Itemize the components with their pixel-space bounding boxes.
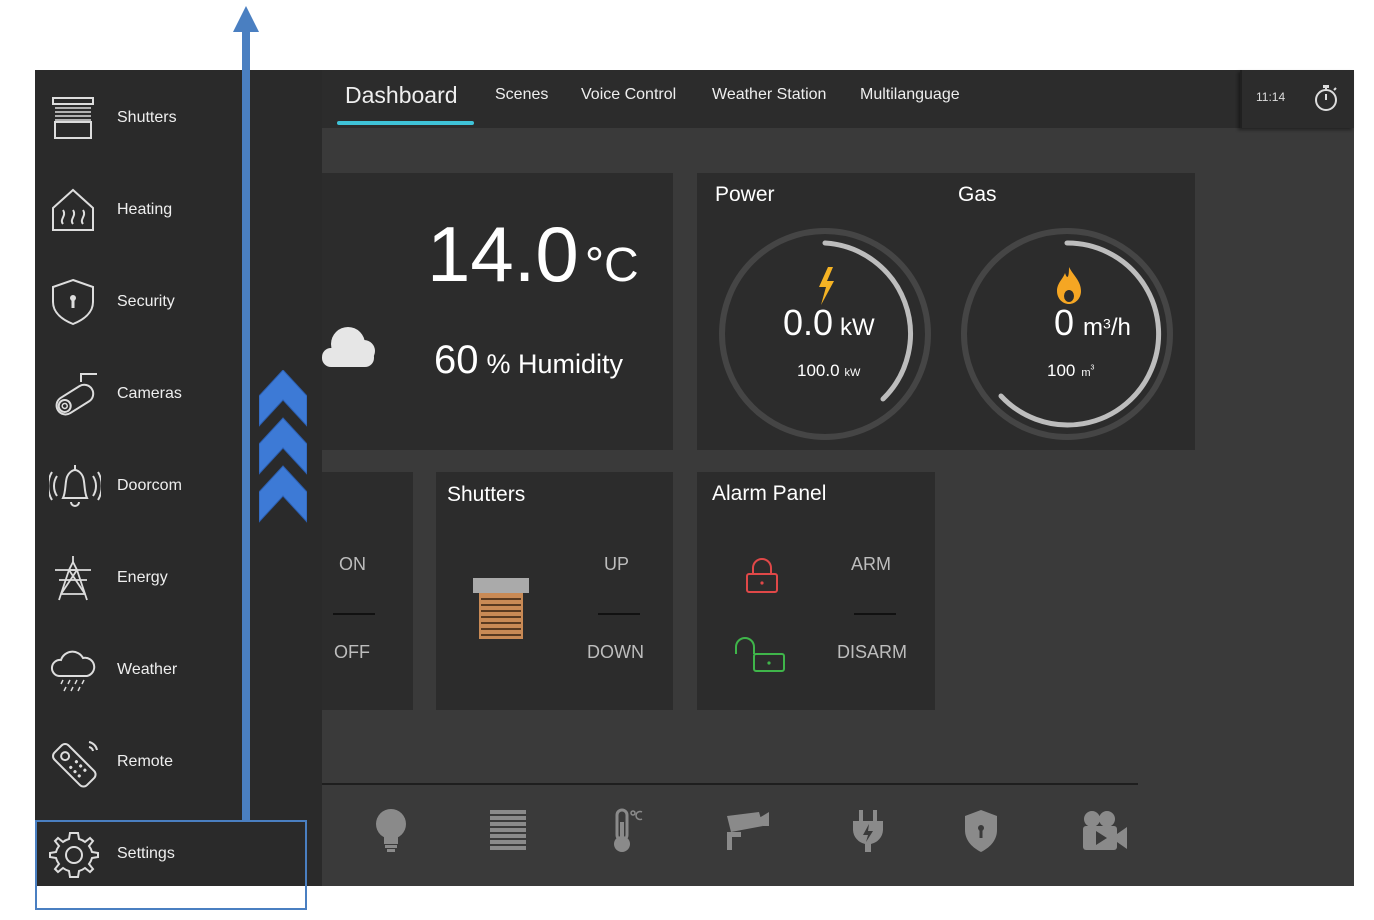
- energy-card[interactable]: Power Gas 0.0 kW 100.0 kW 0 m3/h 100 m3: [697, 173, 1195, 450]
- clock-time: 11:14: [1256, 90, 1286, 104]
- gas-max-unit-sup: 3: [1090, 364, 1095, 372]
- heating-icon: [52, 188, 94, 231]
- doorbell-icon: [49, 465, 101, 507]
- weather-card[interactable]: 14.0 °C 60% Humidity: [322, 173, 673, 450]
- humidity-value: 60: [434, 338, 479, 382]
- shutters-card: Shutters UP DOWN: [436, 472, 673, 710]
- remote-icon: [52, 741, 98, 788]
- tab-scenes[interactable]: Scenes: [495, 86, 548, 104]
- stopwatch-icon[interactable]: [1312, 83, 1340, 113]
- gas-unit-sup: 3: [1103, 315, 1111, 332]
- alarm-card-title: Alarm Panel: [712, 482, 827, 505]
- sidebar-item-label: Heating: [117, 201, 173, 218]
- gas-reading: 0 m3/h: [1054, 302, 1131, 344]
- flame-icon: [1057, 267, 1081, 304]
- thermometer-icon[interactable]: [606, 808, 644, 854]
- power-value: 0.0: [783, 302, 834, 343]
- shutters-divider: [598, 613, 640, 615]
- gas-max-value: 100: [1047, 361, 1076, 380]
- alarm-arm-button[interactable]: ARM: [851, 554, 891, 575]
- lights-on-button[interactable]: ON: [339, 554, 366, 575]
- sidebar-item-label: Security: [117, 293, 175, 310]
- locked-padlock-icon[interactable]: [745, 558, 779, 594]
- annotation-arrow-head: [233, 6, 259, 32]
- temperature-value: 14.0: [427, 210, 579, 298]
- shield-icon[interactable]: [963, 808, 999, 854]
- sidebar-item-heating[interactable]: Heating: [35, 164, 322, 256]
- lightning-bolt-icon: [819, 267, 834, 305]
- sidebar-item-label: Doorcom: [117, 477, 182, 494]
- active-tab-indicator: [337, 121, 474, 125]
- tab-dashboard[interactable]: Dashboard: [345, 82, 458, 109]
- gas-max-reading: 100 m3: [1047, 361, 1094, 381]
- lights-off-button[interactable]: OFF: [334, 642, 370, 663]
- scroll-up-chevrons-icon[interactable]: [259, 370, 307, 526]
- gas-max-unit: m: [1081, 367, 1091, 379]
- tab-voice-control[interactable]: Voice Control: [581, 86, 676, 104]
- security-icon: [52, 278, 94, 326]
- camera-icon: [55, 373, 97, 416]
- power-max-value: 100.0: [797, 361, 840, 380]
- tab-weather-station[interactable]: Weather Station: [712, 86, 826, 104]
- weather-icon: [50, 650, 96, 692]
- cloud-icon: [322, 327, 375, 367]
- video-icon[interactable]: [1081, 808, 1129, 854]
- sidebar-item-label: Energy: [117, 569, 168, 586]
- shutters-card-title: Shutters: [447, 483, 526, 506]
- bottom-bar-separator: [322, 783, 1138, 785]
- sidebar-item-shutters[interactable]: Shutters: [35, 72, 322, 164]
- shutters-icon: [52, 97, 94, 139]
- clock-panel: 11:14: [1240, 70, 1354, 128]
- humidity-reading: 60% Humidity: [434, 338, 623, 383]
- energy-icon: [55, 556, 91, 601]
- sidebar-item-label: Remote: [117, 753, 174, 770]
- lights-divider: [333, 613, 375, 615]
- sidebar-item-security[interactable]: Security: [35, 256, 322, 348]
- sidebar-item-energy[interactable]: Energy: [35, 532, 322, 624]
- gas-value: 0: [1054, 302, 1075, 343]
- shutters-down-button[interactable]: DOWN: [587, 642, 644, 663]
- power-unit: kW: [840, 314, 875, 341]
- sidebar-item-label: Shutters: [117, 109, 177, 126]
- humidity-label: % Humidity: [486, 349, 624, 379]
- settings-highlight-box: [35, 820, 307, 910]
- gas-unit: m: [1083, 314, 1104, 341]
- bulb-icon[interactable]: [373, 808, 409, 854]
- lights-card: ON OFF: [322, 472, 413, 710]
- alarm-disarm-button[interactable]: DISARM: [837, 642, 907, 663]
- sidebar-item-weather[interactable]: Weather: [35, 624, 322, 716]
- power-max-reading: 100.0 kW: [797, 361, 860, 381]
- alarm-card: Alarm Panel ARM DISARM: [697, 472, 935, 710]
- shutters-icon[interactable]: [489, 808, 527, 854]
- top-navigation-bar: Dashboard Scenes Voice Control Weather S…: [322, 70, 1354, 128]
- temperature-unit: °C: [584, 239, 639, 292]
- unlocked-padlock-icon[interactable]: [734, 636, 786, 674]
- tab-multilanguage[interactable]: Multilanguage: [860, 86, 960, 104]
- temperature-reading: 14.0 °C: [427, 209, 639, 300]
- power-reading: 0.0 kW: [783, 302, 875, 344]
- sidebar-item-remote[interactable]: Remote: [35, 716, 322, 808]
- camera-icon[interactable]: [723, 808, 771, 854]
- sidebar-item-label: Weather: [117, 661, 178, 678]
- alarm-divider: [854, 613, 896, 615]
- shutter-icon: [473, 578, 529, 639]
- gas-title: Gas: [958, 183, 997, 206]
- annotation-arrow-line: [242, 28, 250, 820]
- plug-icon[interactable]: [851, 808, 885, 854]
- sidebar-item-label: Cameras: [117, 385, 182, 402]
- gas-unit-suffix: /h: [1110, 314, 1131, 341]
- power-max-unit: kW: [844, 367, 861, 379]
- shutters-up-button[interactable]: UP: [604, 554, 629, 575]
- power-title: Power: [715, 183, 775, 206]
